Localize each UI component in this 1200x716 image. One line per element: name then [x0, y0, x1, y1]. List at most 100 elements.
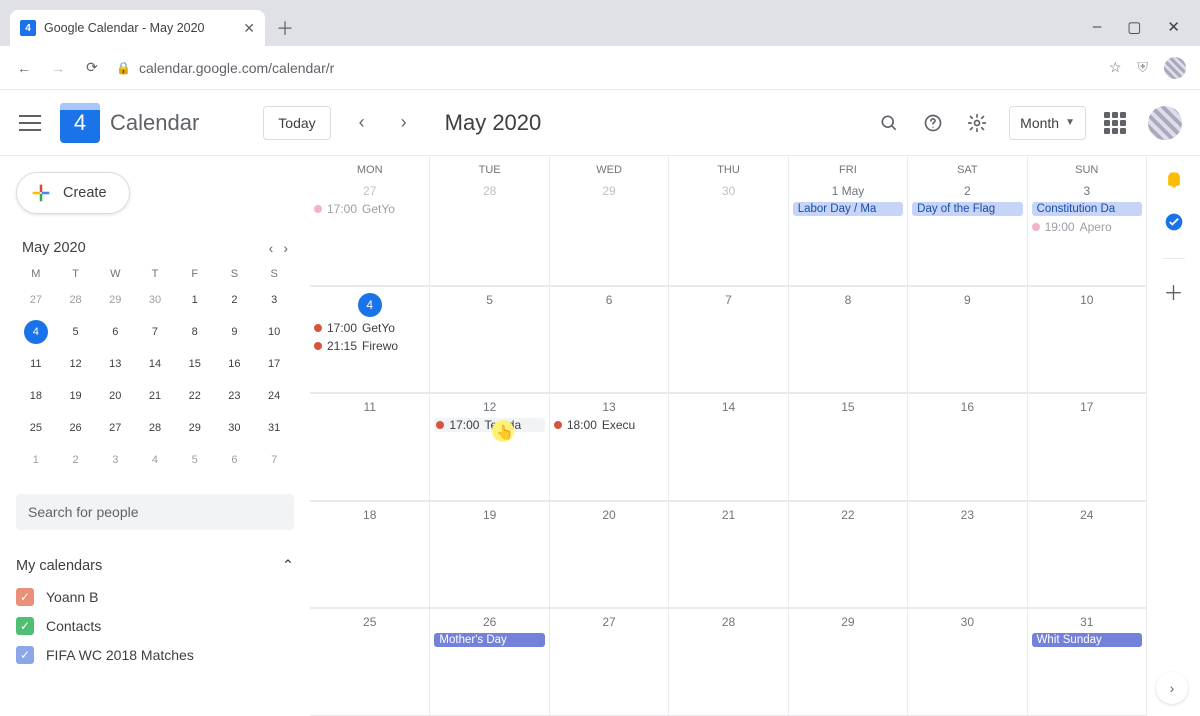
mini-day[interactable]: 10 [262, 320, 286, 344]
mini-day[interactable]: 29 [183, 416, 207, 440]
search-icon[interactable] [877, 111, 901, 135]
allday-event[interactable]: Labor Day / Ma [793, 202, 903, 216]
calendar-checkbox[interactable]: ✓ [16, 617, 34, 635]
google-apps-icon[interactable] [1104, 112, 1126, 134]
mini-day[interactable]: 2 [222, 288, 246, 312]
mini-day[interactable]: 13 [103, 352, 127, 376]
mini-day[interactable]: 31 [262, 416, 286, 440]
day-cell[interactable]: 2Day of the Flag [907, 178, 1026, 286]
mini-next-icon[interactable]: › [283, 240, 288, 256]
day-cell[interactable]: 27 [549, 609, 668, 716]
mini-day[interactable]: 11 [24, 352, 48, 376]
mini-day[interactable]: 5 [64, 320, 88, 344]
window-close-icon[interactable]: ✕ [1167, 18, 1180, 36]
day-cell[interactable]: 3Constitution Da19:00 Apero [1027, 178, 1146, 286]
new-tab-button[interactable]: ＋ [271, 10, 299, 46]
day-cell[interactable]: 15 [788, 394, 907, 501]
day-cell[interactable]: 30 [668, 178, 787, 286]
calendar-item[interactable]: ✓Yoann B [16, 588, 294, 606]
timed-event[interactable]: 18:00 Execu [554, 418, 664, 432]
my-calendars-toggle[interactable]: My calendars ⌃ [16, 558, 294, 574]
day-cell[interactable]: 7 [668, 287, 787, 394]
mini-day[interactable]: 26 [64, 416, 88, 440]
mini-day[interactable]: 30 [222, 416, 246, 440]
mini-day[interactable]: 5 [183, 448, 207, 472]
mini-day[interactable]: 6 [103, 320, 127, 344]
allday-event[interactable]: Constitution Da [1032, 202, 1142, 216]
tab-close-icon[interactable]: ✕ [243, 20, 255, 37]
mini-day[interactable]: 27 [24, 288, 48, 312]
mini-day[interactable]: 2 [64, 448, 88, 472]
mini-day[interactable]: 21 [143, 384, 167, 408]
mini-day[interactable]: 27 [103, 416, 127, 440]
day-cell[interactable]: 17 [1027, 394, 1146, 501]
day-cell[interactable]: 19 [429, 502, 548, 609]
timed-event[interactable]: 21:15 Firewo [314, 339, 425, 353]
day-cell[interactable]: 1217:00 Terada👆 [429, 394, 548, 501]
day-cell[interactable]: 24 [1027, 502, 1146, 609]
day-cell[interactable]: 1318:00 Execu [549, 394, 668, 501]
calendar-item[interactable]: ✓FIFA WC 2018 Matches [16, 646, 294, 664]
day-cell[interactable]: 14 [668, 394, 787, 501]
day-cell[interactable]: 22 [788, 502, 907, 609]
settings-gear-icon[interactable] [965, 111, 989, 135]
next-period-icon[interactable]: › [393, 108, 415, 137]
timed-event[interactable]: 17:00 GetYo [314, 321, 425, 335]
mini-day[interactable]: 4 [24, 320, 48, 344]
mini-day[interactable]: 4 [143, 448, 167, 472]
mini-day[interactable]: 23 [222, 384, 246, 408]
calendar-checkbox[interactable]: ✓ [16, 646, 34, 664]
calendar-checkbox[interactable]: ✓ [16, 588, 34, 606]
mini-prev-icon[interactable]: ‹ [269, 240, 274, 256]
prev-period-icon[interactable]: ‹ [351, 108, 373, 137]
mini-day[interactable]: 15 [183, 352, 207, 376]
calendar-item[interactable]: ✓Contacts [16, 617, 294, 635]
day-cell[interactable]: 8 [788, 287, 907, 394]
day-cell[interactable]: 25 [310, 609, 429, 716]
day-cell[interactable]: 11 [310, 394, 429, 501]
browser-profile-avatar[interactable] [1164, 57, 1186, 79]
keep-icon[interactable] [1164, 170, 1184, 190]
day-cell[interactable]: 29 [549, 178, 668, 286]
bookmark-star-icon[interactable]: ☆ [1109, 59, 1122, 76]
mini-day[interactable]: 29 [103, 288, 127, 312]
mini-day[interactable]: 7 [143, 320, 167, 344]
window-maximize-icon[interactable]: ▢ [1127, 18, 1141, 36]
mini-day[interactable]: 7 [262, 448, 286, 472]
search-people-input[interactable]: Search for people [16, 494, 294, 530]
day-cell[interactable]: 16 [907, 394, 1026, 501]
mini-day[interactable]: 9 [222, 320, 246, 344]
address-bar[interactable]: 🔒 calendar.google.com/calendar/r [116, 60, 1095, 76]
day-cell[interactable]: 20 [549, 502, 668, 609]
mini-day[interactable]: 28 [64, 288, 88, 312]
mini-day[interactable]: 20 [103, 384, 127, 408]
mini-day[interactable]: 19 [64, 384, 88, 408]
extension-shield-icon[interactable]: ⛨ [1138, 59, 1149, 76]
nav-back-icon[interactable]: ← [14, 60, 34, 76]
day-cell[interactable]: 28 [429, 178, 548, 286]
mini-day[interactable]: 28 [143, 416, 167, 440]
day-cell[interactable]: 18 [310, 502, 429, 609]
mini-day[interactable]: 22 [183, 384, 207, 408]
account-avatar[interactable] [1148, 106, 1182, 140]
allday-event[interactable]: Whit Sunday [1032, 633, 1142, 647]
day-cell[interactable]: 10 [1027, 287, 1146, 394]
help-icon[interactable] [921, 111, 945, 135]
addons-plus-icon[interactable]: ＋ [1164, 281, 1184, 301]
today-button[interactable]: Today [263, 106, 330, 140]
hamburger-menu-icon[interactable] [18, 111, 42, 135]
day-cell[interactable]: 9 [907, 287, 1026, 394]
mini-day[interactable]: 30 [143, 288, 167, 312]
mini-day[interactable]: 6 [222, 448, 246, 472]
day-cell[interactable]: 29 [788, 609, 907, 716]
browser-tab[interactable]: 4 Google Calendar - May 2020 ✕ [10, 10, 265, 46]
mini-day[interactable]: 3 [103, 448, 127, 472]
create-button[interactable]: Create [16, 172, 130, 214]
mini-day[interactable]: 1 [24, 448, 48, 472]
mini-day[interactable]: 12 [64, 352, 88, 376]
nav-reload-icon[interactable]: ⟳ [82, 59, 102, 76]
day-cell[interactable]: 1 MayLabor Day / Ma [788, 178, 907, 286]
window-minimize-icon[interactable]: – [1093, 18, 1101, 36]
day-cell[interactable]: 26Mother's Day [429, 609, 548, 716]
day-cell[interactable]: 28 [668, 609, 787, 716]
